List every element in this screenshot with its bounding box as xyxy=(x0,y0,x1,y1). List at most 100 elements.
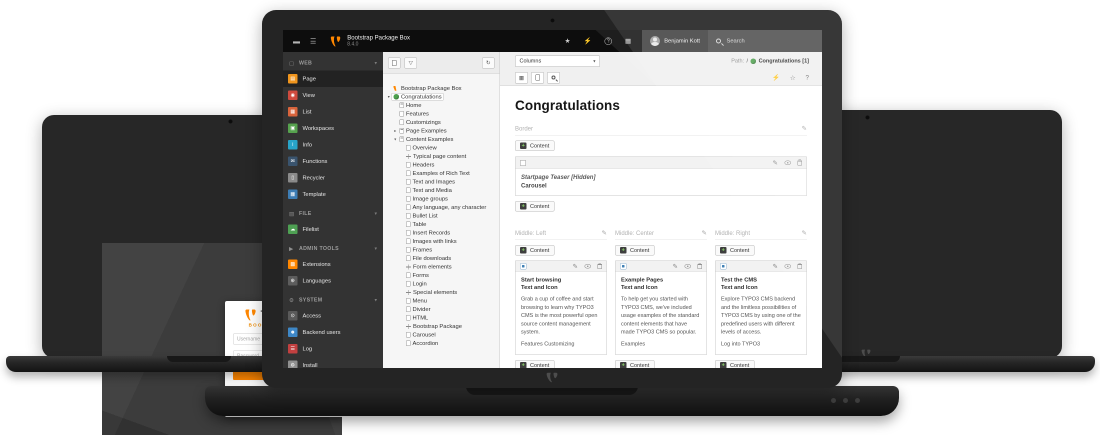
edit-column-icon[interactable]: ✎ xyxy=(802,229,807,237)
refresh-tree-button[interactable]: ↻ xyxy=(482,57,495,68)
add-content-button[interactable]: Content xyxy=(515,360,554,368)
module-menu-item[interactable]: ⊕ Languages xyxy=(283,273,383,290)
module-menu-item[interactable]: ✉ Functions xyxy=(283,153,383,170)
teaser-links[interactable]: Features Customizing xyxy=(521,340,601,348)
tree-item[interactable]: Form elements xyxy=(383,263,500,272)
visibility-icon[interactable] xyxy=(585,264,592,269)
module-icon: ▩ xyxy=(288,260,298,270)
tree-item[interactable]: Image groups xyxy=(383,195,500,204)
tree-item[interactable]: ▾ Content Examples xyxy=(383,135,500,144)
laptop-showcase-scene: TYPO3 CMS BOOTSTRAP PACKAGE Login More a… xyxy=(0,0,1100,435)
module-menu-item[interactable]: ▩ Extensions xyxy=(283,256,383,273)
module-menu-item[interactable]: ☁ Filelist xyxy=(283,221,383,238)
tree-item[interactable]: Images with links xyxy=(383,237,500,246)
select-checkbox[interactable] xyxy=(520,160,526,166)
cache-bolt-icon[interactable]: ⚡ xyxy=(772,74,780,82)
tree-item[interactable]: Special elements xyxy=(383,288,500,297)
tree-item[interactable]: Text and Images xyxy=(383,178,500,187)
add-content-button[interactable]: Content xyxy=(615,245,654,256)
tree-item[interactable]: Headers xyxy=(383,161,500,170)
tree-item[interactable]: Menu xyxy=(383,297,500,306)
tree-item[interactable]: HTML xyxy=(383,314,500,323)
search-record-button[interactable] xyxy=(547,72,560,84)
edit-column-icon[interactable]: ✎ xyxy=(702,229,707,237)
module-menu-item[interactable]: i Info xyxy=(283,137,383,154)
filter-button[interactable]: ▽ xyxy=(405,57,418,68)
bookmark-star-icon[interactable]: ★ xyxy=(565,37,571,45)
tree-item[interactable]: File downloads xyxy=(383,254,500,263)
tree-item[interactable]: Bootstrap Package xyxy=(383,322,500,331)
help-icon[interactable]: ? xyxy=(605,37,613,45)
add-content-button[interactable]: Content xyxy=(515,201,554,212)
visibility-icon[interactable] xyxy=(685,264,692,269)
tree-item[interactable]: Accordion xyxy=(383,339,500,348)
visibility-icon[interactable] xyxy=(785,161,792,166)
module-menu-item[interactable]: ▯ Recycler xyxy=(283,170,383,187)
tree-item[interactable]: Bootstrap Package Box xyxy=(383,84,500,93)
tree-item[interactable]: Any language, any character xyxy=(383,203,500,212)
module-menu-item[interactable]: ☰ Log xyxy=(283,341,383,358)
module-menu-item[interactable]: ▦ Template xyxy=(283,186,383,203)
topbar-search[interactable] xyxy=(708,30,822,52)
search-input[interactable] xyxy=(726,38,801,45)
view-mode-button[interactable]: ▦ xyxy=(515,72,528,84)
module-menu-item[interactable]: ⚙ Install xyxy=(283,357,383,368)
columns-select[interactable]: Columns ▾ xyxy=(515,55,600,67)
add-content-button[interactable]: Content xyxy=(615,360,654,368)
module-menu-item[interactable]: ▤ Page xyxy=(283,71,383,88)
visibility-icon[interactable] xyxy=(785,264,792,269)
edit-icon[interactable]: ✎ xyxy=(573,263,578,270)
list-toggle-icon[interactable]: ☰ xyxy=(310,37,316,46)
section-header-file[interactable]: ▤ FILE ▾ xyxy=(283,206,383,221)
tree-item[interactable]: ▾ Congratulations xyxy=(383,93,500,102)
tree-item[interactable]: Home xyxy=(383,101,500,110)
tree-item[interactable]: Examples of Rich Text xyxy=(383,169,500,178)
tree-item[interactable]: ▸ Page Examples xyxy=(383,127,500,136)
module-menu-item[interactable]: ▣ Workspaces xyxy=(283,120,383,137)
bookmark-icon[interactable]: ☆ xyxy=(790,74,796,82)
menu-collapse-icon[interactable]: ▬ xyxy=(293,37,300,45)
module-menu-item[interactable]: ▦ List xyxy=(283,104,383,121)
new-page-button[interactable] xyxy=(388,57,401,68)
tree-item[interactable]: Bullet List xyxy=(383,212,500,221)
tree-item[interactable]: Insert Records xyxy=(383,229,500,238)
teaser-links[interactable]: Examples xyxy=(621,340,701,348)
delete-icon[interactable] xyxy=(698,264,703,269)
tree-item[interactable]: Overview xyxy=(383,144,500,153)
tree-item[interactable]: Login xyxy=(383,280,500,289)
edit-column-icon[interactable]: ✎ xyxy=(802,125,807,133)
module-menu-item[interactable]: ◉ View xyxy=(283,87,383,104)
help-icon[interactable]: ? xyxy=(806,74,809,81)
tree-item[interactable]: Divider xyxy=(383,305,500,314)
edit-icon[interactable]: ✎ xyxy=(673,263,678,270)
new-record-button[interactable] xyxy=(531,72,544,84)
add-content-button[interactable]: Content xyxy=(515,245,554,256)
tree-item[interactable]: Typical page content xyxy=(383,152,500,161)
teaser-links[interactable]: Log into TYPO3 xyxy=(721,340,801,348)
tree-item[interactable]: Customizings xyxy=(383,118,500,127)
tree-item[interactable]: Table xyxy=(383,220,500,229)
edit-icon[interactable]: ✎ xyxy=(773,160,778,167)
module-grid-icon[interactable]: ▦ xyxy=(625,37,631,45)
tree-item[interactable]: Features xyxy=(383,110,500,119)
module-menu-item[interactable]: ☻ Backend users xyxy=(283,324,383,341)
delete-icon[interactable] xyxy=(798,264,803,269)
delete-icon[interactable] xyxy=(598,264,603,269)
tree-item[interactable]: Text and Media xyxy=(383,186,500,195)
tree-item[interactable]: Carousel xyxy=(383,331,500,340)
delete-icon[interactable] xyxy=(798,160,803,165)
add-content-button[interactable]: Content xyxy=(515,141,554,152)
module-icon: ⚙ xyxy=(288,361,298,369)
section-header-web[interactable]: ▢ WEB ▾ xyxy=(283,56,383,71)
clear-cache-bolt-icon[interactable]: ⚡ xyxy=(583,37,591,45)
module-menu-item[interactable]: ⊙ Access xyxy=(283,308,383,325)
tree-item[interactable]: Frames xyxy=(383,246,500,255)
edit-column-icon[interactable]: ✎ xyxy=(602,229,607,237)
add-content-button[interactable]: Content xyxy=(715,245,754,256)
user-menu[interactable]: Benjamin Kott xyxy=(642,30,708,52)
add-content-button[interactable]: Content xyxy=(715,360,754,368)
section-header-system[interactable]: ⚙ SYSTEM ▾ xyxy=(283,293,383,308)
section-header-admin-tools[interactable]: ▶ ADMIN TOOLS ▾ xyxy=(283,241,383,256)
edit-icon[interactable]: ✎ xyxy=(773,263,778,270)
tree-item[interactable]: Forms xyxy=(383,271,500,280)
